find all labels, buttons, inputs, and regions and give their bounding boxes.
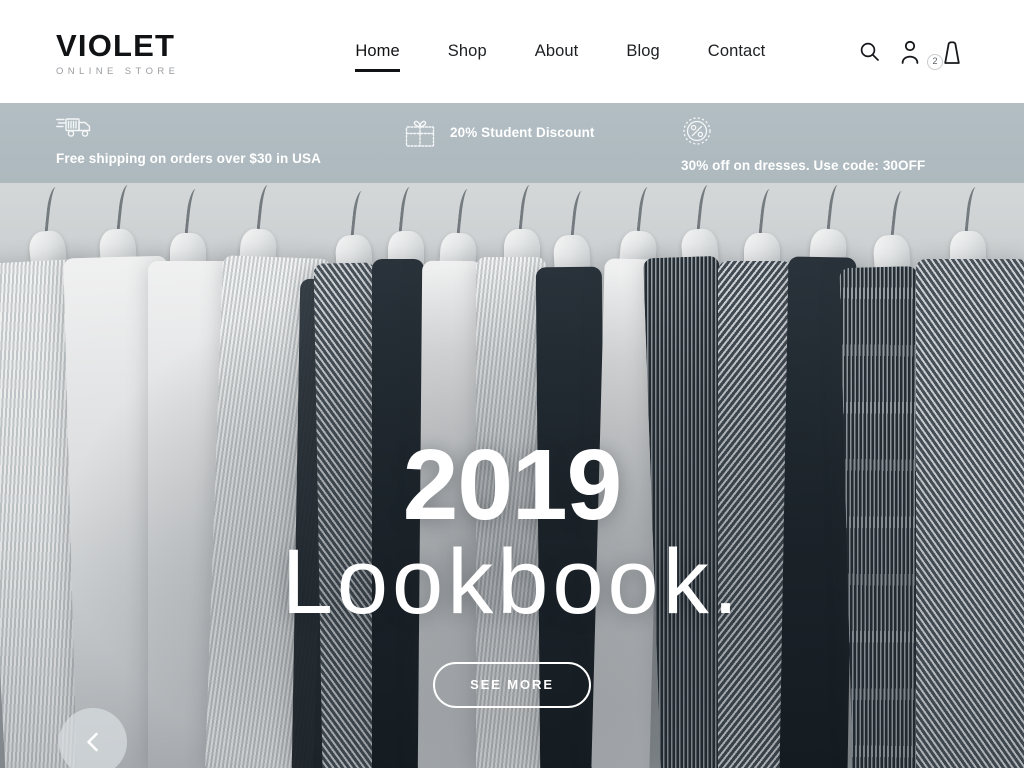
storefront-page: VIOLET ONLINE STORE Home Shop About Blog… <box>0 0 1024 768</box>
account-button[interactable] <box>899 39 921 65</box>
nav-item-shop[interactable]: Shop <box>424 42 511 61</box>
carousel-prev-button[interactable] <box>59 708 127 768</box>
main-navigation: Home Shop About Blog Contact <box>331 42 790 72</box>
shopping-bag-icon <box>944 40 960 64</box>
search-icon <box>860 42 879 61</box>
brand-tagline: ONLINE STORE <box>56 66 180 78</box>
brand-name: VIOLET <box>56 28 176 64</box>
discount-badge-icon <box>683 117 711 145</box>
hero-banner: 2019 Lookbook. SEE MORE <box>0 183 1024 768</box>
cart-count-badge: 2 <box>927 53 943 70</box>
promo-text-free-shipping: Free shipping on orders over $30 in USA <box>56 151 321 166</box>
nav-item-blog[interactable]: Blog <box>602 42 683 61</box>
promotions-bar: Free shipping on orders over $30 in USA … <box>0 103 1024 183</box>
chevron-left-icon <box>87 732 98 752</box>
gift-box-icon <box>405 120 435 147</box>
nav-item-about[interactable]: About <box>511 42 603 61</box>
cart-button[interactable]: 2 <box>927 39 964 70</box>
promo-text-dress-discount: 30% off on dresses. Use code: 30OFF <box>681 158 926 173</box>
delivery-truck-icon <box>56 118 91 137</box>
search-button[interactable] <box>859 41 880 62</box>
promo-text-student-discount: 20% Student Discount <box>450 125 595 141</box>
promo-item-student-discount: 20% Student Discount <box>404 117 595 149</box>
header-actions: 2 <box>859 39 968 70</box>
nav-item-contact[interactable]: Contact <box>684 42 790 61</box>
promo-item-free-shipping: Free shipping on orders over $30 in USA <box>56 115 331 166</box>
user-icon <box>901 40 919 64</box>
nav-item-home[interactable]: Home <box>331 42 423 72</box>
brand-logo[interactable]: VIOLET ONLINE STORE <box>56 26 179 76</box>
promo-item-dress-discount: 30% off on dresses. Use code: 30OFF <box>681 115 1011 173</box>
site-header: VIOLET ONLINE STORE Home Shop About Blog… <box>0 0 1024 103</box>
see-more-button[interactable]: SEE MORE <box>433 661 591 708</box>
